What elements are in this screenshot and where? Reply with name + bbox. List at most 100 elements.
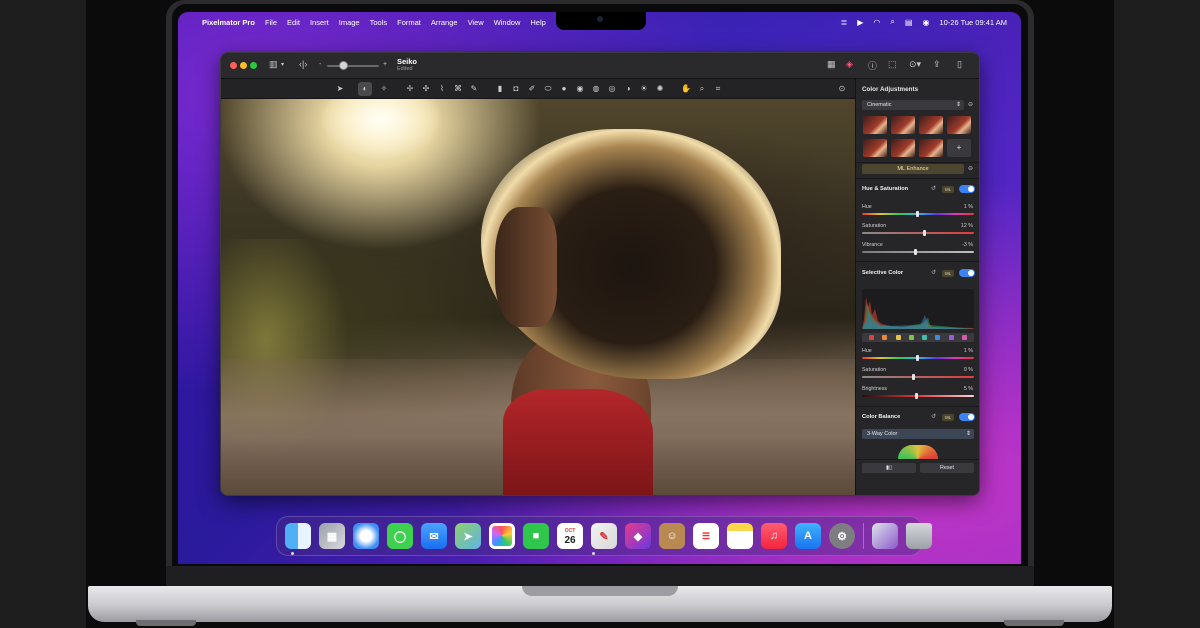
ml-badge[interactable]: ML [942,414,954,421]
blur-icon[interactable]: ◉ [573,82,587,96]
zoom-slider-knob[interactable] [339,61,348,70]
mail-icon[interactable]: ✉ [421,523,447,549]
trash-icon[interactable] [906,523,932,549]
fill-icon[interactable]: ▮ [493,82,507,96]
pen-icon[interactable]: ✎ [467,82,481,96]
paint-bucket-icon[interactable]: ◘ [509,82,523,96]
messages-icon[interactable]: ◯ [387,523,413,549]
color-swatch[interactable] [908,335,914,340]
vibrance-value[interactable]: -3 % [962,242,973,248]
eraser-icon[interactable]: ⬭ [541,82,555,96]
photos-icon[interactable] [489,523,515,549]
sharpen-icon[interactable]: ◍ [589,82,603,96]
preset-dropdown[interactable]: Cinematic ⇕ [862,100,964,110]
preset-options-icon[interactable]: ⊖ [968,101,973,108]
preset-thumbnail[interactable] [919,139,943,157]
effects-tool-icon[interactable]: ✧ [377,82,391,96]
preset-thumbnail[interactable] [919,116,943,134]
music-icon[interactable]: ♫ [761,523,787,549]
menu-tools[interactable]: Tools [370,18,388,27]
select-tool-icon[interactable]: ✢ [403,82,417,96]
preset-thumbnail[interactable] [891,116,915,134]
magic-select-icon[interactable]: ✣ [419,82,433,96]
share-out-icon[interactable]: ⬚ [888,59,897,70]
color-swatch[interactable] [869,335,875,340]
ml-enhance-button[interactable]: ML Enhance [862,164,964,174]
stack-icon[interactable]: ≣ [841,18,848,27]
color-swatch[interactable] [882,335,888,340]
menu-view[interactable]: View [468,18,484,27]
sc-saturation-value[interactable]: 0 % [964,367,973,373]
sc-saturation-slider-knob[interactable] [912,374,915,380]
clock[interactable]: 10-26 Tue 09:41 AM [939,18,1007,27]
menu-insert[interactable]: Insert [310,18,329,27]
sc-brightness-value[interactable]: 5 % [964,386,973,392]
info-icon[interactable]: ⓘ [868,59,877,72]
wifi-icon[interactable]: ◠ [873,18,880,27]
sc-hue-slider-knob[interactable] [916,355,919,361]
reset-icon[interactable]: ↺ [931,185,936,192]
menu-arrange[interactable]: Arrange [431,18,458,27]
ml-badge[interactable]: ML [942,270,954,277]
close-button[interactable] [230,62,237,69]
sc-brightness-slider[interactable] [862,395,974,397]
export-icon[interactable]: ⇪ [933,59,941,70]
layers-icon[interactable]: ▦ [827,59,836,70]
more-tools-icon[interactable]: ⊙ [835,82,849,96]
hue-saturation-toggle[interactable] [959,185,975,193]
sc-brightness-slider-knob[interactable] [915,393,918,399]
color-swatch[interactable] [935,335,941,340]
saturation-slider[interactable] [862,232,974,234]
reset-icon[interactable]: ↺ [931,269,936,276]
adjust-tool-icon[interactable]: ◐ [358,82,372,96]
search-icon[interactable]: ⌕ [890,17,894,27]
notes-icon[interactable] [727,523,753,549]
ml-enhance-options-icon[interactable]: ⊖ [968,165,973,172]
menu-image[interactable]: Image [339,18,360,27]
menu-edit[interactable]: Edit [287,18,300,27]
reset-button[interactable]: Reset [920,463,974,473]
ml-badge[interactable]: ML [942,186,954,193]
menu-app-name[interactable]: Pixelmator Pro [202,18,255,27]
menu-format[interactable]: Format [397,18,421,27]
color-swatch-row[interactable] [862,333,974,342]
launchpad-icon[interactable]: ▦ [319,523,345,549]
system-preferences-icon[interactable]: ⚙ [829,523,855,549]
color-swatch[interactable] [895,335,901,340]
facetime-icon[interactable]: ■ [523,523,549,549]
zoom-tool-icon[interactable]: ⌕ [695,82,709,96]
hue-value[interactable]: 1 % [964,204,973,210]
safari-icon[interactable] [353,523,379,549]
arrange-tool-icon[interactable]: ➤ [333,82,347,96]
contacts-icon[interactable]: ☺ [659,523,685,549]
menu-help[interactable]: Help [530,18,545,27]
before-after-button[interactable]: ▮▯ [862,463,916,473]
saturation-value[interactable]: 12 % [961,223,973,229]
shortcuts-icon[interactable]: ◆ [625,523,651,549]
color-wheel-preview[interactable] [898,445,938,459]
reminders-icon[interactable]: ☰ [693,523,719,549]
vibrance-slider[interactable] [862,251,974,253]
add-preset-button[interactable]: + [947,139,971,157]
menu-window[interactable]: Window [494,18,521,27]
siri-icon[interactable]: ◉ [922,18,929,27]
app-store-icon[interactable]: A [795,523,821,549]
vibrance-slider-knob[interactable] [914,249,917,255]
calendar-icon[interactable]: OCT 26 [557,523,583,549]
preset-thumbnail[interactable] [863,116,887,134]
inspector-toggle-icon[interactable]: ▯ [957,59,962,70]
color-swatch[interactable] [961,335,967,340]
menu-file[interactable]: File [265,18,277,27]
hand-tool-icon[interactable]: ✋ [679,82,693,96]
tools-icon[interactable]: ◈ [846,59,853,70]
play-icon[interactable]: ▶ [857,18,863,27]
dodge-icon[interactable]: ◑ [621,82,635,96]
reset-icon[interactable]: ↺ [931,413,936,420]
preset-thumbnail[interactable] [863,139,887,157]
compare-icon[interactable]: ‹|› [299,59,307,69]
color-balance-toggle[interactable] [959,413,975,421]
sc-hue-value[interactable]: 1 % [964,348,973,354]
zoom-out-icon[interactable]: - [319,61,321,68]
smudge-icon[interactable]: ● [557,82,571,96]
color-balance-mode-dropdown[interactable]: 3-Way Color ⇕ [862,429,974,439]
